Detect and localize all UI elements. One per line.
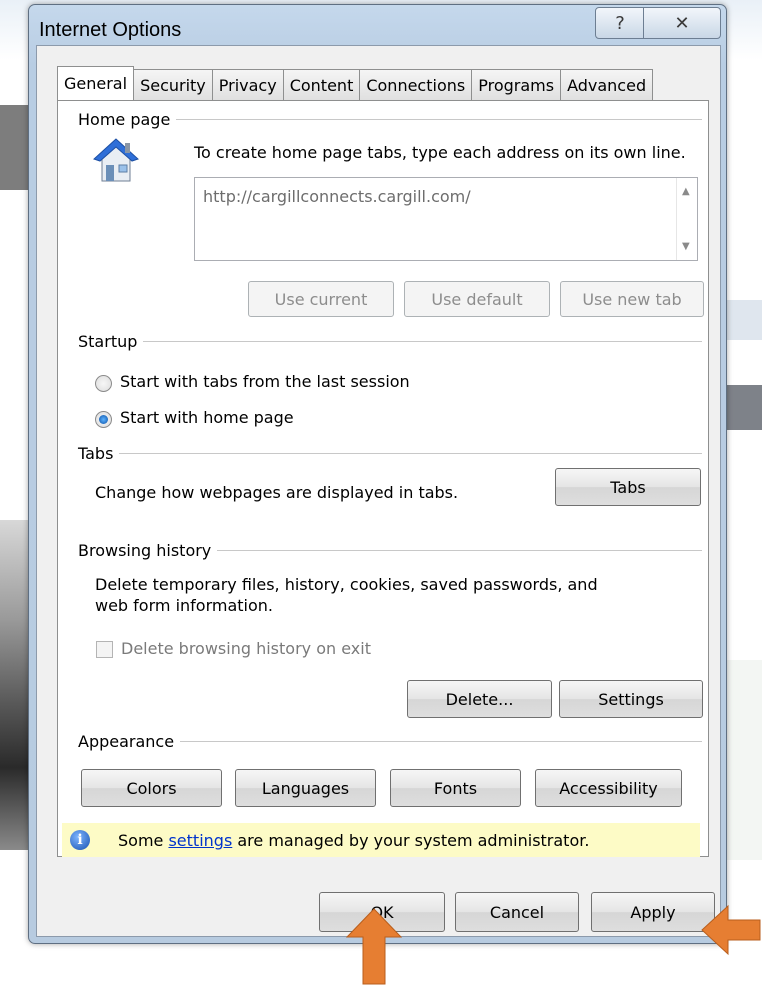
cancel-button[interactable]: Cancel: [455, 892, 579, 932]
home-page-url-value: http://cargillconnects.cargill.com/: [203, 187, 471, 206]
startup-group-label: Startup: [78, 332, 144, 351]
admin-info-bar: i Some settings are managed by your syst…: [62, 823, 700, 857]
use-new-tab-button[interactable]: Use new tab: [560, 281, 704, 317]
delete-on-exit-label[interactable]: Delete browsing history on exit: [121, 639, 371, 658]
admin-info-text: Some settings are managed by your system…: [118, 831, 589, 850]
dialog-body: General Security Privacy Content Connect…: [36, 45, 721, 937]
use-current-button[interactable]: Use current: [248, 281, 394, 317]
group-divider: [98, 741, 702, 742]
radio-last-session-label[interactable]: Start with tabs from the last session: [120, 372, 410, 391]
tab-connections[interactable]: Connections: [359, 69, 473, 100]
help-button[interactable]: ?: [595, 7, 645, 39]
browsing-settings-button[interactable]: Settings: [559, 680, 703, 718]
home-page-group-label: Home page: [78, 110, 177, 129]
info-icon: i: [70, 830, 90, 850]
info-suffix: are managed by your system administrator…: [232, 831, 590, 850]
help-icon: ?: [615, 12, 625, 34]
home-page-instruction: To create home page tabs, type each addr…: [194, 143, 686, 162]
close-icon: ✕: [674, 12, 690, 34]
apply-button[interactable]: Apply: [591, 892, 715, 932]
tab-strip: General Security Privacy Content Connect…: [57, 66, 654, 100]
tab-general[interactable]: General: [57, 66, 135, 100]
house-icon: [93, 138, 139, 182]
dialog-title: Internet Options: [39, 19, 182, 41]
browsing-history-description-2: web form information.: [95, 596, 273, 615]
radio-home-page-label[interactable]: Start with home page: [120, 408, 294, 427]
background-panel: [0, 105, 30, 190]
tab-programs[interactable]: Programs: [471, 69, 562, 100]
settings-link[interactable]: settings: [168, 831, 232, 850]
languages-button[interactable]: Languages: [235, 769, 376, 807]
appearance-group-label: Appearance: [78, 732, 181, 751]
group-divider: [98, 119, 702, 120]
delete-on-exit-checkbox[interactable]: [96, 641, 113, 658]
tab-advanced[interactable]: Advanced: [560, 69, 654, 100]
background-panel: [725, 385, 762, 430]
annotation-arrow-left-icon: [701, 904, 761, 956]
delete-button[interactable]: Delete...: [407, 680, 552, 718]
radio-last-session[interactable]: [95, 375, 112, 392]
home-page-url-textarea[interactable]: http://cargillconnects.cargill.com/ ▲ ▼: [194, 177, 698, 261]
general-tab-panel: Home page To create home page tabs, type…: [57, 100, 709, 857]
fonts-button[interactable]: Fonts: [390, 769, 521, 807]
colors-button[interactable]: Colors: [81, 769, 222, 807]
internet-options-dialog: Internet Options ? ✕ General Security Pr…: [28, 4, 727, 944]
tab-privacy[interactable]: Privacy: [211, 69, 284, 100]
background-panel: [725, 300, 762, 340]
group-divider: [98, 341, 702, 342]
scroll-up-icon[interactable]: ▲: [682, 186, 690, 197]
scroll-down-icon[interactable]: ▼: [682, 241, 690, 252]
tab-security[interactable]: Security: [133, 69, 213, 100]
annotation-arrow-up-icon: [345, 908, 403, 985]
background-panel: [725, 660, 762, 860]
tabs-settings-button[interactable]: Tabs: [555, 468, 701, 506]
accessibility-button[interactable]: Accessibility: [535, 769, 682, 807]
tab-content[interactable]: Content: [282, 69, 361, 100]
textarea-scrollbar[interactable]: ▲ ▼: [676, 178, 697, 260]
tabs-group-label: Tabs: [78, 444, 120, 463]
use-default-button[interactable]: Use default: [404, 281, 550, 317]
info-prefix: Some: [118, 831, 169, 850]
browsing-history-group-label: Browsing history: [78, 541, 218, 560]
close-button[interactable]: ✕: [643, 7, 721, 39]
radio-home-page[interactable]: [95, 411, 112, 428]
tabs-description: Change how webpages are displayed in tab…: [95, 483, 459, 502]
browsing-history-description-1: Delete temporary files, history, cookies…: [95, 575, 598, 594]
group-divider: [98, 453, 702, 454]
